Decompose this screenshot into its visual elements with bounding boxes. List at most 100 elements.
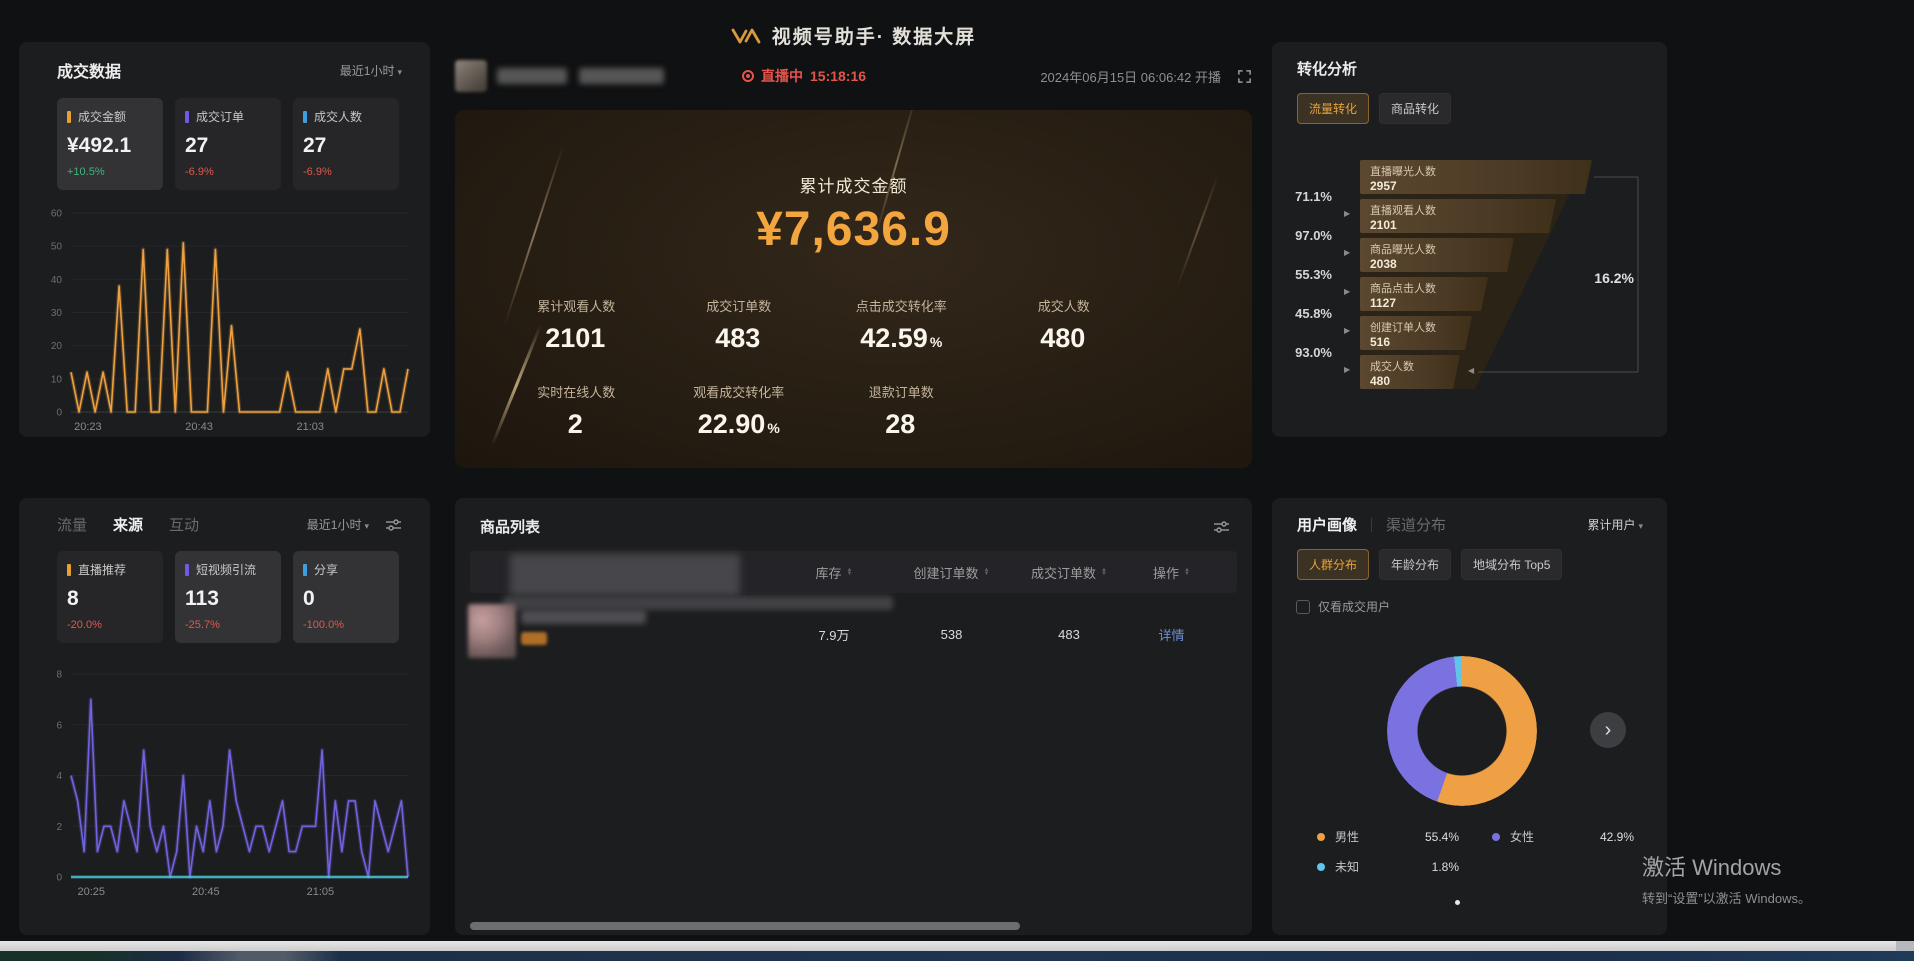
column-deal-orders[interactable]: 成交订单数▲▼	[1014, 563, 1124, 582]
summary-stat: 累计观看人数2101	[495, 296, 658, 354]
summary-title: 累计成交金额	[455, 172, 1252, 197]
donut-legend: 男性55.4%女性42.9%未知1.8%	[1302, 828, 1652, 875]
svg-text:20:23: 20:23	[74, 421, 102, 433]
summary-stat: 成交订单数483	[658, 296, 821, 354]
channels-logo-icon	[730, 25, 762, 47]
legend-value: 1.8%	[1432, 860, 1459, 874]
deal-metric-cards: 成交金额¥492.1+10.5%成交订单27-6.9%成交人数27-6.9%	[57, 98, 430, 190]
tab-product-conversion[interactable]: 商品转化	[1379, 93, 1451, 124]
product-list-panel: 商品列表 库存▲▼ 创建订单数▲▼ 成交订单数▲▼ 操作▲▼ 7.9万 538 …	[455, 498, 1252, 935]
funnel-conversion-rate: 55.3%	[1276, 267, 1332, 282]
legend-item[interactable]: 未知1.8%	[1302, 858, 1477, 875]
metric-card[interactable]: 直播推荐8-20.0%	[57, 551, 163, 643]
column-stock[interactable]: 库存▲▼	[779, 563, 889, 582]
gender-donut-chart	[1387, 656, 1537, 806]
filter-sliders-icon[interactable]	[385, 518, 402, 532]
legend-item[interactable]: 女性42.9%	[1477, 828, 1652, 845]
funnel-stage-value: 516	[1370, 335, 1472, 349]
host-row: 直播中 15:18:16 2024年06月15日 06:06:42 开播	[455, 58, 1252, 94]
detail-link[interactable]: 详情	[1124, 625, 1219, 644]
tab-traffic-conversion[interactable]: 流量转化	[1297, 93, 1369, 124]
stat-unit: %	[930, 334, 942, 350]
funnel-step-arrow-icon: ▶	[1344, 209, 1350, 218]
subtab-age-distribution[interactable]: 年龄分布	[1379, 549, 1451, 580]
carousel-next-button[interactable]: ›	[1590, 712, 1626, 748]
subtab-crowd-distribution[interactable]: 人群分布	[1297, 549, 1369, 580]
funnel-stage-label: 直播曝光人数	[1370, 163, 1592, 179]
stat-value: 2101	[545, 323, 605, 353]
live-dot-icon	[742, 70, 754, 82]
windows-activation-watermark: 激活 Windows 转到“设置”以激活 Windows。	[1642, 850, 1811, 907]
column-created-orders[interactable]: 创建订单数▲▼	[889, 563, 1014, 582]
tab-user-portrait[interactable]: 用户画像	[1297, 514, 1357, 535]
funnel-stage-value: 2101	[1370, 218, 1556, 232]
svg-text:30: 30	[51, 308, 63, 319]
funnel-overall-rate: 16.2%	[1572, 270, 1634, 286]
funnel-stage[interactable]: 商品曝光人数2038	[1360, 238, 1514, 272]
metric-card[interactable]: 分享0-100.0%	[293, 551, 399, 643]
legend-item[interactable]: 男性55.4%	[1302, 828, 1477, 845]
stat-label: 成交人数	[983, 296, 1146, 315]
svg-text:60: 60	[51, 209, 63, 220]
live-label: 直播中	[761, 66, 803, 86]
funnel-stage[interactable]: 成交人数480	[1360, 355, 1460, 389]
funnel-stage-label: 直播观看人数	[1370, 202, 1556, 218]
metric-delta: +10.5%	[67, 166, 153, 178]
conversion-tabs: 流量转化 商品转化	[1297, 93, 1667, 124]
sort-icon: ▲▼	[1184, 568, 1190, 576]
series-color-bar	[303, 111, 307, 123]
fullscreen-icon[interactable]	[1237, 69, 1252, 84]
metric-value: 27	[303, 134, 389, 158]
user-portrait-panel: 用户画像 渠道分布 累计用户▾ 人群分布 年龄分布 地域分布 Top5 仅看成交…	[1272, 498, 1667, 935]
metric-label: 成交订单	[196, 108, 271, 125]
stat-value: 483	[715, 323, 760, 353]
stat-label: 点击成交转化率	[820, 296, 983, 315]
carousel-dot-indicator[interactable]	[1455, 900, 1460, 905]
metric-delta: -20.0%	[67, 619, 153, 631]
tab-channel-distribution[interactable]: 渠道分布	[1386, 514, 1446, 535]
sort-icon: ▲▼	[984, 568, 990, 576]
user-range-dropdown[interactable]: 累计用户▾	[1587, 516, 1643, 533]
funnel-overall-arrow-icon: ◀	[1468, 366, 1474, 375]
column-action[interactable]: 操作▲▼	[1124, 563, 1219, 582]
svg-text:20:25: 20:25	[77, 886, 105, 898]
legend-label: 男性	[1335, 828, 1359, 845]
user-subtabs: 人群分布 年龄分布 地域分布 Top5	[1297, 549, 1667, 580]
legend-dot-icon	[1317, 833, 1325, 841]
metric-card[interactable]: 成交金额¥492.1+10.5%	[57, 98, 163, 190]
tab-interaction[interactable]: 互动	[169, 514, 199, 535]
tab-traffic[interactable]: 流量	[57, 514, 87, 535]
funnel-stage[interactable]: 创建订单人数516	[1360, 316, 1472, 350]
deal-users-checkbox[interactable]	[1296, 600, 1310, 614]
summary-stat: 成交人数480	[983, 296, 1146, 354]
checkbox-label: 仅看成交用户	[1318, 598, 1390, 615]
metric-card[interactable]: 成交订单27-6.9%	[175, 98, 281, 190]
summary-panel: 累计成交金额 ¥7,636.9 累计观看人数2101成交订单数483点击成交转化…	[455, 110, 1252, 468]
metric-card[interactable]: 成交人数27-6.9%	[293, 98, 399, 190]
svg-text:20: 20	[51, 341, 63, 352]
scrollbar-notch[interactable]	[1896, 941, 1914, 951]
funnel-stage-label: 成交人数	[1370, 358, 1460, 374]
redacted-host-subtitle	[579, 68, 664, 84]
tab-source[interactable]: 来源	[113, 514, 143, 535]
redacted-block	[503, 596, 893, 610]
legend-value: 42.9%	[1600, 830, 1634, 844]
stat-label: 退款订单数	[820, 382, 983, 401]
funnel-conversion-rate: 97.0%	[1276, 228, 1332, 243]
stat-value: 22.90	[698, 409, 766, 439]
subtab-region-top5[interactable]: 地域分布 Top5	[1461, 549, 1562, 580]
deal-range-dropdown[interactable]: 最近1小时▾	[340, 62, 402, 79]
funnel-stage[interactable]: 直播观看人数2101	[1360, 199, 1556, 233]
traffic-range-dropdown[interactable]: 最近1小时▾	[307, 516, 369, 533]
sort-icon: ▲▼	[847, 568, 853, 576]
funnel-stage[interactable]: 直播曝光人数2957	[1360, 160, 1592, 194]
product-list-scrollbar[interactable]	[470, 922, 1020, 930]
metric-value: ¥492.1	[67, 134, 153, 158]
horizontal-scrollbar[interactable]	[0, 941, 1914, 951]
metric-card[interactable]: 短视频引流113-25.7%	[175, 551, 281, 643]
product-filter-sliders-icon[interactable]	[1213, 520, 1230, 534]
funnel-stage[interactable]: 商品点击人数1127	[1360, 277, 1488, 311]
svg-text:40: 40	[51, 275, 63, 286]
stat-value: 2	[568, 409, 583, 439]
deal-data-panel: 成交数据 最近1小时▾ 成交金额¥492.1+10.5%成交订单27-6.9%成…	[19, 42, 430, 437]
